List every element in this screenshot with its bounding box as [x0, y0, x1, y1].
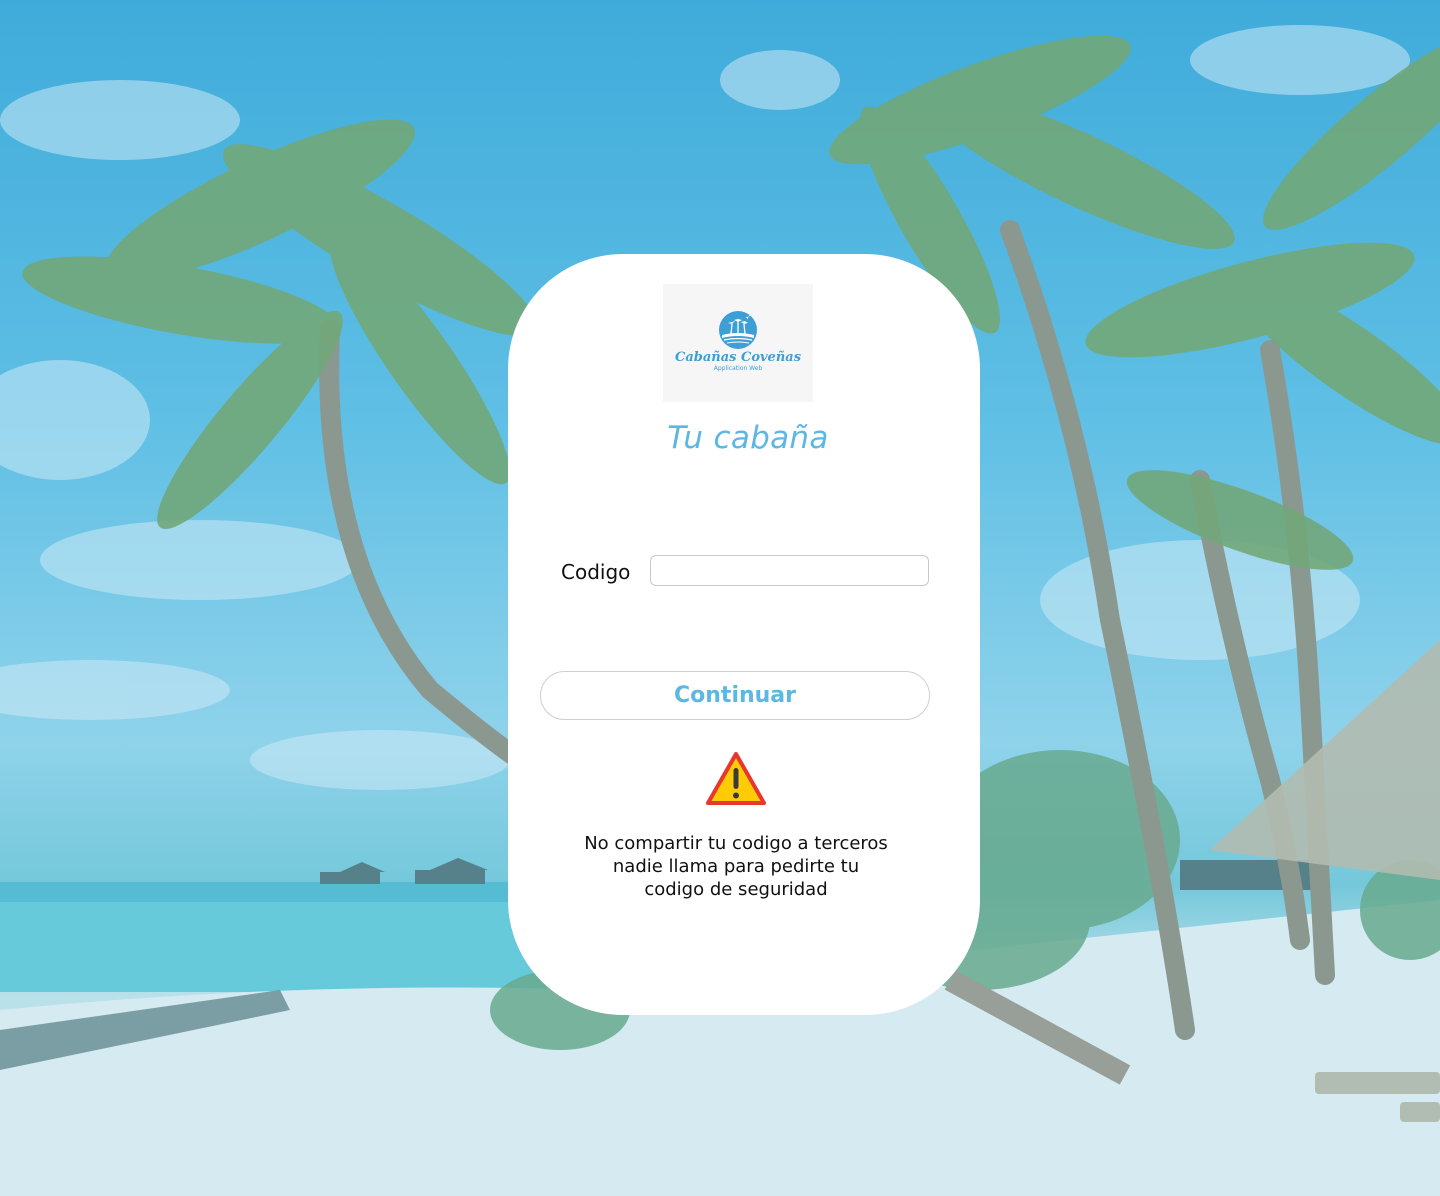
- continue-button[interactable]: Continuar: [540, 671, 930, 720]
- code-input[interactable]: [650, 555, 929, 586]
- notice-line: codigo de seguridad: [644, 879, 828, 900]
- brand-logo: Cabañas Coveñas Application Web: [663, 284, 813, 402]
- notice-line: No compartir tu codigo a terceros: [584, 833, 888, 854]
- code-label: Codigo: [561, 560, 631, 584]
- notice-line: nadie llama para pedirte tu: [612, 856, 860, 877]
- logo-subtitle: Application Web: [713, 365, 763, 372]
- security-notice: No compartir tu codigo a terceros nadie …: [548, 832, 924, 901]
- logo-brand-name: Cabañas Coveñas: [674, 350, 802, 365]
- login-card: Cabañas Coveñas Application Web Tu cabañ…: [508, 254, 980, 1015]
- palm-island-logo-icon: [719, 311, 757, 349]
- card-title: Tu cabaña: [667, 420, 829, 456]
- warning-triangle-icon: [706, 752, 766, 805]
